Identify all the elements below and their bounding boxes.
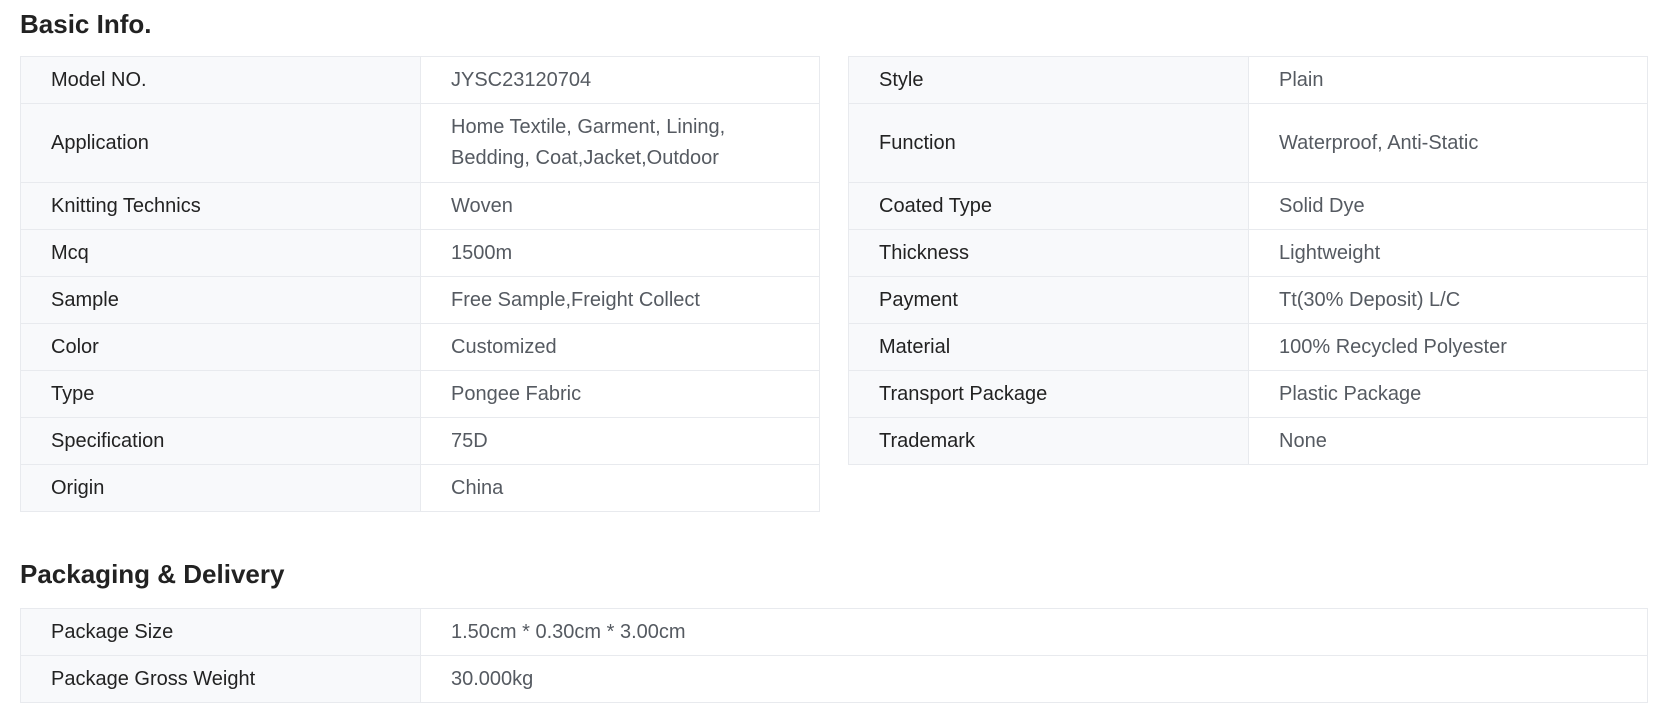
row-label: Mcq — [20, 229, 421, 277]
row-value: 30.000kg — [420, 655, 1648, 703]
row-value: Free Sample,Freight Collect — [420, 276, 820, 324]
row-label: Type — [20, 370, 421, 418]
row-value: Woven — [420, 182, 820, 230]
row-label: Function — [848, 103, 1249, 183]
row-label: Color — [20, 323, 421, 371]
table-row: Thickness Lightweight — [848, 229, 1648, 277]
table-row: Transport Package Plastic Package — [848, 370, 1648, 418]
table-row: Mcq 1500m — [20, 229, 820, 277]
table-row: Function Waterproof, Anti-Static — [848, 103, 1648, 183]
row-label: Knitting Technics — [20, 182, 421, 230]
row-value: Customized — [420, 323, 820, 371]
packaging-delivery-title: Packaging & Delivery — [20, 559, 285, 589]
row-label: Model NO. — [20, 56, 421, 104]
table-row: Type Pongee Fabric — [20, 370, 820, 418]
row-value: JYSC23120704 — [420, 56, 820, 104]
row-label: Material — [848, 323, 1249, 371]
row-value: Lightweight — [1248, 229, 1648, 277]
row-label: Sample — [20, 276, 421, 324]
row-value: Pongee Fabric — [420, 370, 820, 418]
row-value: 100% Recycled Polyester — [1248, 323, 1648, 371]
row-label: Transport Package — [848, 370, 1249, 418]
table-row: Origin China — [20, 464, 820, 512]
row-value: Home Textile, Garment, Lining, Bedding, … — [420, 103, 820, 183]
row-label: Trademark — [848, 417, 1249, 465]
table-row: Application Home Textile, Garment, Linin… — [20, 103, 820, 183]
table-row: Trademark None — [848, 417, 1648, 465]
table-row: Package Gross Weight 30.000kg — [20, 655, 1648, 703]
row-label: Origin — [20, 464, 421, 512]
row-value: Waterproof, Anti-Static — [1248, 103, 1648, 183]
table-row: Material 100% Recycled Polyester — [848, 323, 1648, 371]
table-row: Sample Free Sample,Freight Collect — [20, 276, 820, 324]
row-label: Thickness — [848, 229, 1249, 277]
row-value: None — [1248, 417, 1648, 465]
basic-info-left-table: Model NO. JYSC23120704 Application Home … — [20, 56, 820, 512]
row-value: Tt(30% Deposit) L/C — [1248, 276, 1648, 324]
row-value: Solid Dye — [1248, 182, 1648, 230]
row-label: Specification — [20, 417, 421, 465]
table-row: Coated Type Solid Dye — [848, 182, 1648, 230]
table-row: Knitting Technics Woven — [20, 182, 820, 230]
table-row: Style Plain — [848, 56, 1648, 104]
row-value: 75D — [420, 417, 820, 465]
row-value: 1.50cm * 0.30cm * 3.00cm — [420, 608, 1648, 656]
row-label: Coated Type — [848, 182, 1249, 230]
table-row: Payment Tt(30% Deposit) L/C — [848, 276, 1648, 324]
table-row: Package Size 1.50cm * 0.30cm * 3.00cm — [20, 608, 1648, 656]
row-value: Plain — [1248, 56, 1648, 104]
table-row: Color Customized — [20, 323, 820, 371]
row-label: Package Gross Weight — [20, 655, 421, 703]
packaging-table: Package Size 1.50cm * 0.30cm * 3.00cm Pa… — [20, 608, 1648, 703]
row-label: Application — [20, 103, 421, 183]
table-row: Model NO. JYSC23120704 — [20, 56, 820, 104]
basic-info-right-table: Style Plain Function Waterproof, Anti-St… — [848, 56, 1648, 465]
table-row: Specification 75D — [20, 417, 820, 465]
row-value: Plastic Package — [1248, 370, 1648, 418]
basic-info-title: Basic Info. — [20, 9, 152, 39]
row-label: Style — [848, 56, 1249, 104]
row-value: China — [420, 464, 820, 512]
row-label: Package Size — [20, 608, 421, 656]
row-value: 1500m — [420, 229, 820, 277]
row-label: Payment — [848, 276, 1249, 324]
